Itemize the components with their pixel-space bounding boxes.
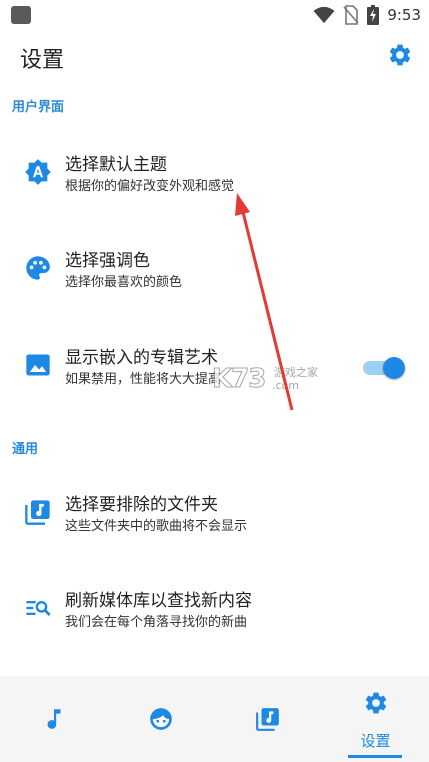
setting-title: 刷新媒体库以查找新内容 [65, 591, 252, 611]
no-sim-icon [343, 5, 359, 25]
status-bar: 9:53 [0, 0, 429, 30]
section-title-general: 通用 [12, 442, 39, 457]
setting-title: 选择强调色 [65, 251, 150, 271]
setting-subtitle: 选择你最喜欢的颜色 [65, 275, 183, 290]
setting-subtitle: 如果禁用，性能将大大提高 [65, 372, 222, 387]
setting-title: 显示嵌入的专辑艺术 [65, 348, 218, 368]
setting-subtitle: 根据你的偏好改变外观和感觉 [65, 179, 235, 194]
palette-icon [26, 256, 50, 280]
setting-title: 选择要排除的文件夹 [65, 495, 218, 515]
setting-subtitle: 这些文件夹中的歌曲将不会显示 [65, 519, 248, 534]
toggle-thumb [383, 357, 405, 379]
status-time: 9:53 [387, 6, 421, 24]
theme-auto-icon [25, 159, 51, 185]
gear-icon[interactable] [387, 42, 413, 68]
watermark-domain: .com [272, 379, 299, 392]
wifi-icon [313, 6, 335, 24]
music-folder-icon [25, 500, 50, 525]
page-title: 设置 [20, 48, 65, 73]
gear-icon [365, 692, 386, 714]
active-tab-indicator [348, 755, 402, 758]
setting-refresh-library[interactable]: 刷新媒体库以查找新内容 我们会在每个角落寻找你的新曲 [0, 578, 429, 642]
bottom-nav: 设置 [0, 676, 429, 762]
watermark: K73 游戏之家 .com [211, 362, 332, 398]
nav-settings-label: 设置 [360, 732, 391, 750]
face-icon [149, 708, 172, 730]
album-art-toggle[interactable] [363, 357, 405, 379]
watermark-text: 游戏之家 [274, 366, 318, 379]
setting-accent-color[interactable]: 选择强调色 选择你最喜欢的颜色 [0, 238, 429, 302]
setting-subtitle: 我们会在每个角落寻找你的新曲 [65, 615, 248, 630]
notification-icon [11, 6, 31, 24]
image-icon [26, 354, 50, 376]
battery-charging-icon [367, 5, 380, 25]
nav-library[interactable] [214, 676, 321, 762]
music-note-icon [47, 709, 60, 729]
watermark-logo: K73 [211, 364, 266, 395]
app-header: 设置 [0, 30, 429, 86]
section-title-ui: 用户界面 [12, 100, 65, 115]
nav-settings[interactable]: 设置 [322, 676, 429, 762]
setting-exclude-folders[interactable]: 选择要排除的文件夹 这些文件夹中的歌曲将不会显示 [0, 482, 429, 546]
status-icons: 9:53 [313, 4, 421, 26]
setting-title: 选择默认主题 [65, 155, 167, 175]
nav-songs[interactable] [0, 676, 107, 762]
search-list-icon [26, 601, 51, 616]
nav-artists[interactable] [107, 676, 214, 762]
music-library-icon [255, 708, 279, 731]
setting-default-theme[interactable]: 选择默认主题 根据你的偏好改变外观和感觉 [0, 142, 429, 206]
